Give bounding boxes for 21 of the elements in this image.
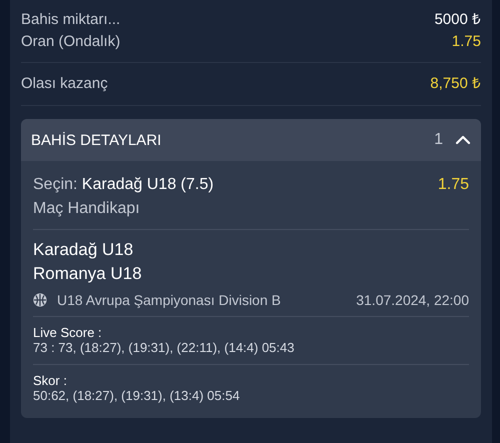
score-value: 50:62, (18:27), (19:31), (13:4) 05:54 [33,388,241,404]
team-name: Karadağ U18 [33,239,134,261]
selection-text: Seçin: Karadağ U18 (7.5) [33,175,214,195]
team-name: Romanya U18 [33,263,143,285]
row-label: Bahis miktarı... [21,10,120,30]
row-value: 5000 ₺ [434,10,481,30]
score-value: 73 : 73, (18:27), (19:31), (22:11), (14:4) 05:43 [33,340,296,356]
match-datetime: 31.07.2024, 22:00 [356,292,469,308]
score-label: Skor : [33,373,68,388]
row-label: Oran (Ondalık) [21,32,120,52]
row-value: 1.75 [452,32,481,52]
league-name: U18 Avrupa Şampiyonası Division B [57,292,281,308]
details-title: BAHİS DETAYLARI [31,132,162,148]
bet-count: 1 [434,131,443,149]
market-name: Maç Handikapı [33,199,141,219]
row-value: 8,750 ₺ [430,74,481,94]
basketball-icon [33,293,47,307]
odds-value: 1.75 [438,175,469,195]
score-label: Live Score : [33,325,103,340]
details-header[interactable]: BAHİS DETAYLARI 1 [21,119,481,161]
row-label: Olası kazanç [21,74,108,94]
